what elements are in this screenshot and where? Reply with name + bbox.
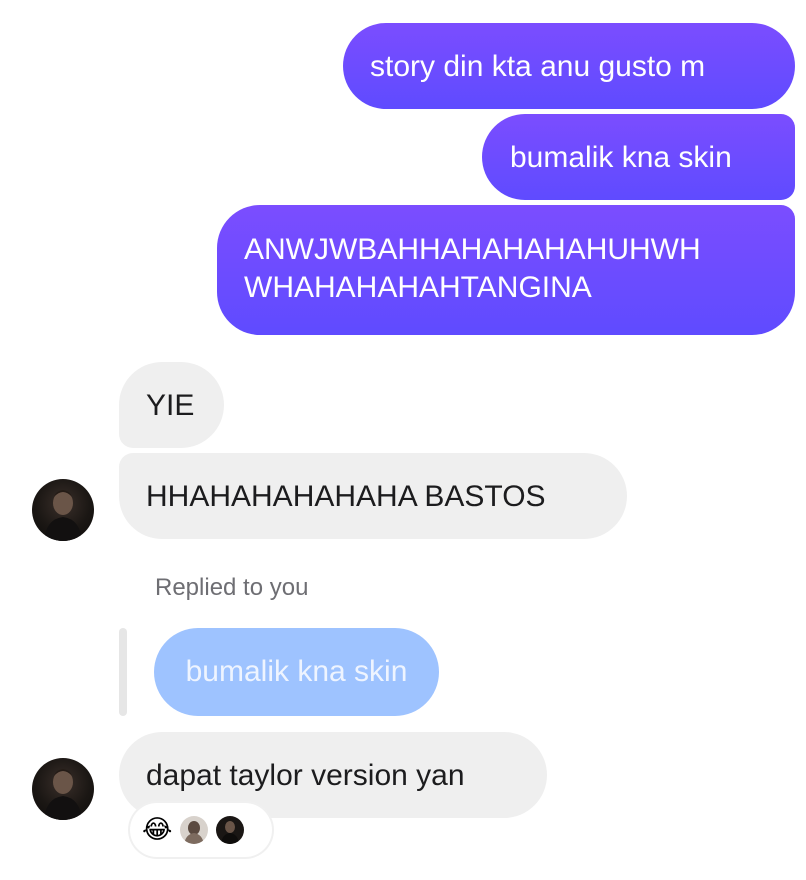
contact-avatar[interactable]: [32, 758, 94, 820]
reaction-pill[interactable]: 😂: [130, 803, 272, 857]
message-text: bumalik kna skin: [510, 141, 732, 174]
message-text: story din kta anu gusto m: [370, 50, 706, 83]
reactor-avatar: [216, 816, 245, 844]
avatar-image: [44, 769, 82, 820]
sent-message[interactable]: ANWJWBAHHAHAHAHAHUHWH WHAHAHAHAHTANGINA: [217, 205, 795, 335]
message-text-line: WHAHAHAHAHTANGINA: [244, 271, 592, 304]
message-text: dapat taylor version yan: [146, 759, 465, 792]
reply-label: Replied to you: [155, 574, 309, 601]
quoted-message[interactable]: bumalik kna skin: [154, 628, 439, 716]
message-text: HHAHAHAHAHAHA BASTOS: [146, 480, 546, 513]
reactor-avatar-image: [216, 816, 245, 844]
received-message[interactable]: YIE: [119, 362, 224, 448]
message-text: YIE: [146, 389, 195, 422]
message-text-line: ANWJWBAHHAHAHAHAHUHWH: [244, 233, 701, 266]
laughing-emoji-icon: 😂: [142, 815, 173, 845]
sent-message[interactable]: bumalik kna skin: [482, 114, 795, 200]
reactor-avatar-image: [180, 816, 209, 844]
reactor-avatar: [180, 816, 209, 844]
reply-indicator-bar: [119, 628, 127, 716]
received-message[interactable]: HHAHAHAHAHAHA BASTOS: [119, 453, 627, 539]
contact-avatar[interactable]: [32, 479, 94, 541]
sent-message[interactable]: story din kta anu gusto m: [343, 23, 795, 109]
avatar-image: [44, 490, 82, 541]
